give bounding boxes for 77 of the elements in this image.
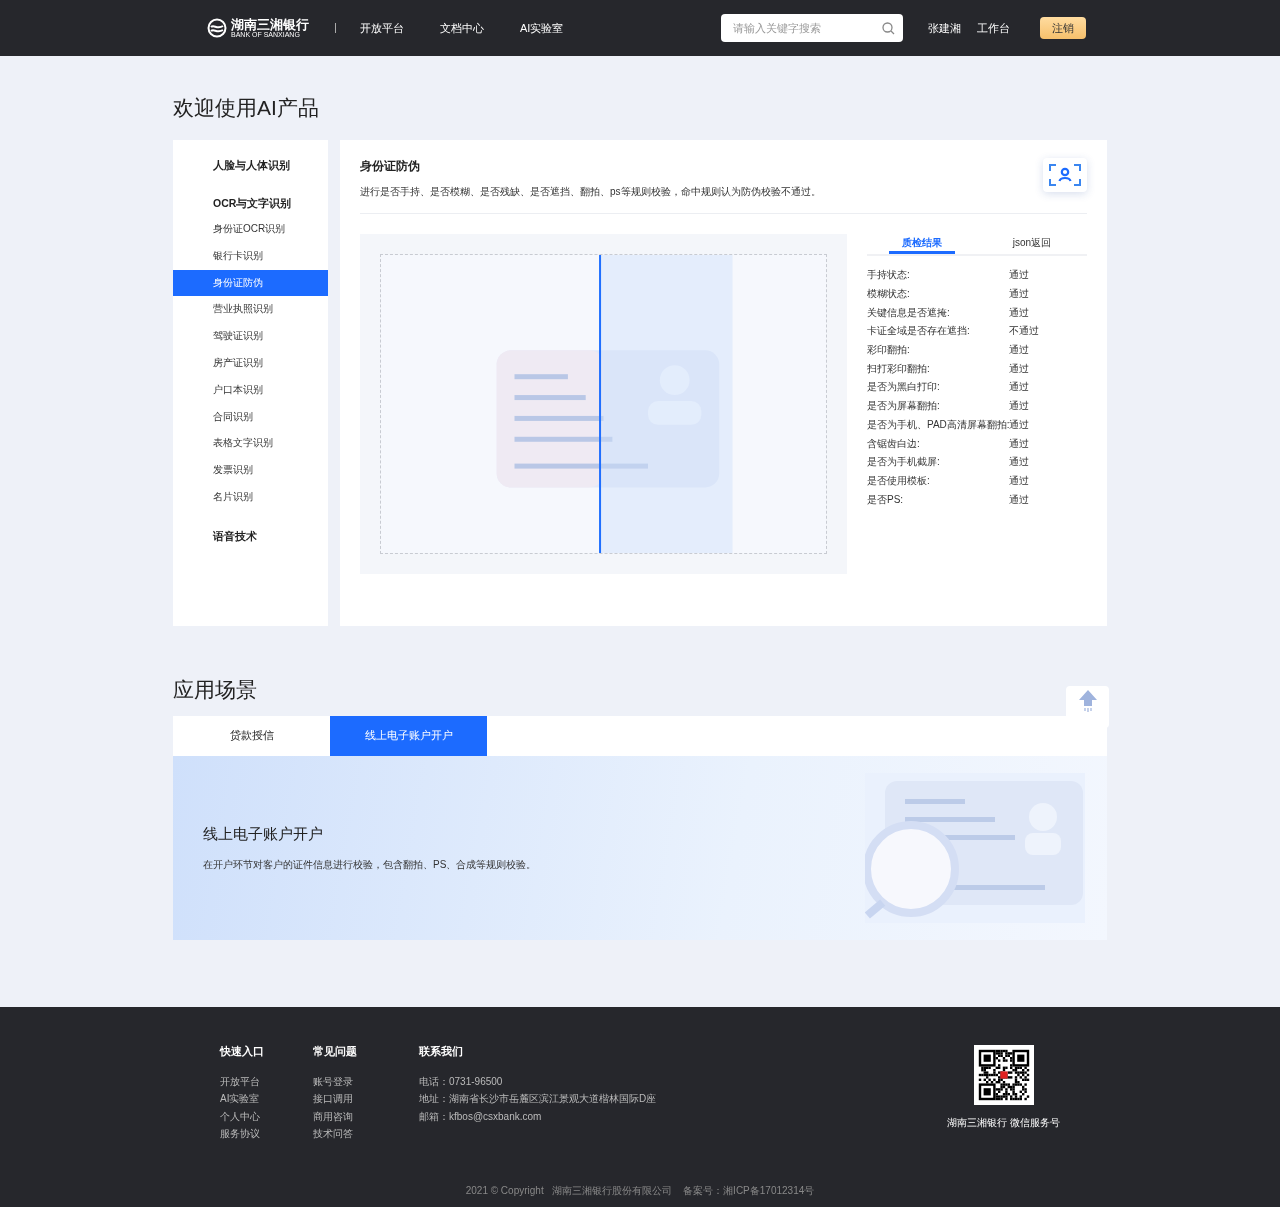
check-label: 是否为手机截屏: (867, 455, 941, 470)
logo-icon (207, 18, 227, 38)
banner-text: 在开户环节对客户的证件信息进行校验，包含翻拍、PS、合成等规则校验。 (203, 857, 537, 872)
nav-link[interactable]: 文档中心 (440, 20, 484, 36)
product-description: 进行是否手持、是否模糊、是否残缺、是否遮挡、翻拍、ps等规则校验，命中规则认为防伪校验不通过。 (360, 185, 821, 199)
footer-link[interactable]: 服务协议 (220, 1124, 260, 1143)
sidebar-item[interactable]: 驾驶证识别 (173, 323, 328, 350)
check-label: 手持状态: (867, 268, 911, 283)
contact-line: 地址：湖南省长沙市岳麓区滨江景观大道楷林国际D座 (419, 1092, 657, 1107)
footer-link[interactable]: 接口调用 (313, 1090, 353, 1108)
nav-link[interactable]: AI实验室 (520, 20, 564, 36)
check-result: 通过 (1009, 399, 1029, 414)
check-result: 通过 (1009, 287, 1029, 302)
sidebar-item[interactable]: 表格文字识别 (173, 430, 328, 458)
footer-link[interactable]: 个人中心 (220, 1107, 260, 1125)
check-label: 扫打彩印翻拍: (867, 361, 931, 376)
section-title: 应用场景 (173, 677, 257, 703)
footer-link[interactable]: 技术问答 (313, 1124, 353, 1143)
back-to-top-button[interactable] (1066, 686, 1109, 728)
check-label: 关键信息是否遮掩: (867, 305, 951, 320)
sidebar-item[interactable]: 营业执照识别 (173, 296, 328, 324)
sidebar-item[interactable]: 合同识别 (173, 403, 328, 431)
check-result: 不通过 (1009, 324, 1039, 339)
footer-heading: 快速入口 (220, 1045, 265, 1059)
sidebar-item[interactable]: 身份证防伪 (173, 269, 328, 297)
sidebar-item[interactable]: 发票识别 (173, 457, 328, 484)
check-result: 通过 (1009, 268, 1029, 283)
product-title: 身份证防伪 (360, 158, 421, 175)
footer-link[interactable]: 账号登录 (313, 1073, 353, 1091)
copyright-text: 2021 © Copyright 湖南三湘银行股份有限公司 备案号：湘ICP备17012314号 (464, 1184, 816, 1199)
sidebar-group[interactable]: 人脸与人体识别 (173, 152, 328, 178)
check-label: 是否为屏幕翻拍: (867, 399, 941, 414)
sidebar-group[interactable]: 语音技术 (173, 522, 328, 549)
logout-button[interactable]: 注销 (1040, 17, 1087, 39)
check-label: 模糊状态: (867, 287, 911, 302)
footer-heading: 联系我们 (419, 1045, 464, 1059)
sidebar-item[interactable]: 房产证识别 (173, 350, 328, 377)
logo-text: 湖南三湘银行 (231, 17, 309, 31)
result-tab[interactable]: 质检结果 (889, 234, 955, 254)
sidebar-item[interactable]: 身份证OCR识别 (173, 216, 328, 243)
check-result: 通过 (1009, 380, 1029, 395)
footer-heading: 常见问题 (313, 1045, 358, 1059)
scene-tab[interactable]: 线上电子账户开户 (330, 716, 487, 756)
check-label: 是否为黑白打印: (867, 380, 941, 395)
check-result: 通过 (1009, 417, 1029, 432)
banner-title: 线上电子账户开户 (203, 824, 324, 844)
footer-link[interactable]: 开放平台 (220, 1073, 260, 1091)
check-label: 是否使用模板: (867, 473, 931, 488)
nav-link[interactable]: 开放平台 (360, 20, 404, 36)
check-result: 通过 (1009, 436, 1029, 451)
search-icon[interactable] (882, 21, 896, 35)
contact-line: 电话：0731-96500 (419, 1075, 503, 1089)
qr-caption: 湖南三湘银行 微信服务号 (947, 1117, 1060, 1130)
workbench-link[interactable]: 工作台 (977, 20, 1011, 36)
footer-link[interactable]: AI实验室 (220, 1090, 260, 1108)
sidebar-item[interactable]: 名片识别 (173, 483, 328, 511)
contact-line: 邮箱：kfbos@csxbank.com (419, 1109, 542, 1124)
check-result: 通过 (1009, 473, 1029, 488)
check-label: 是否为手机、PAD高清屏幕翻拍: (867, 417, 1009, 432)
search-field[interactable]: 请输入关键字搜索 (721, 14, 904, 42)
page-title: 欢迎使用AI产品 (173, 95, 320, 121)
check-result: 通过 (1009, 492, 1029, 507)
sidebar-item[interactable]: 银行卡识别 (173, 242, 328, 270)
sidebar-group[interactable]: OCR与文字识别 (173, 190, 328, 216)
result-tab[interactable]: json返回 (977, 234, 1087, 254)
check-result: 通过 (1009, 305, 1029, 320)
user-name[interactable]: 张建湘 (928, 20, 962, 36)
check-result: 通过 (1009, 343, 1029, 358)
check-label: 含锯齿白边: (867, 436, 921, 451)
check-label: 卡证全域是否存在遮挡: (867, 324, 971, 339)
sidebar-item[interactable]: 户口本识别 (173, 376, 328, 404)
check-label: 是否PS: (867, 492, 905, 507)
footer-link[interactable]: 商用咨询 (313, 1107, 353, 1125)
check-result: 通过 (1009, 361, 1029, 376)
check-label: 彩印翻拍: (867, 343, 911, 358)
up-arrow-icon (1078, 690, 1097, 712)
check-result: 通过 (1009, 455, 1029, 470)
